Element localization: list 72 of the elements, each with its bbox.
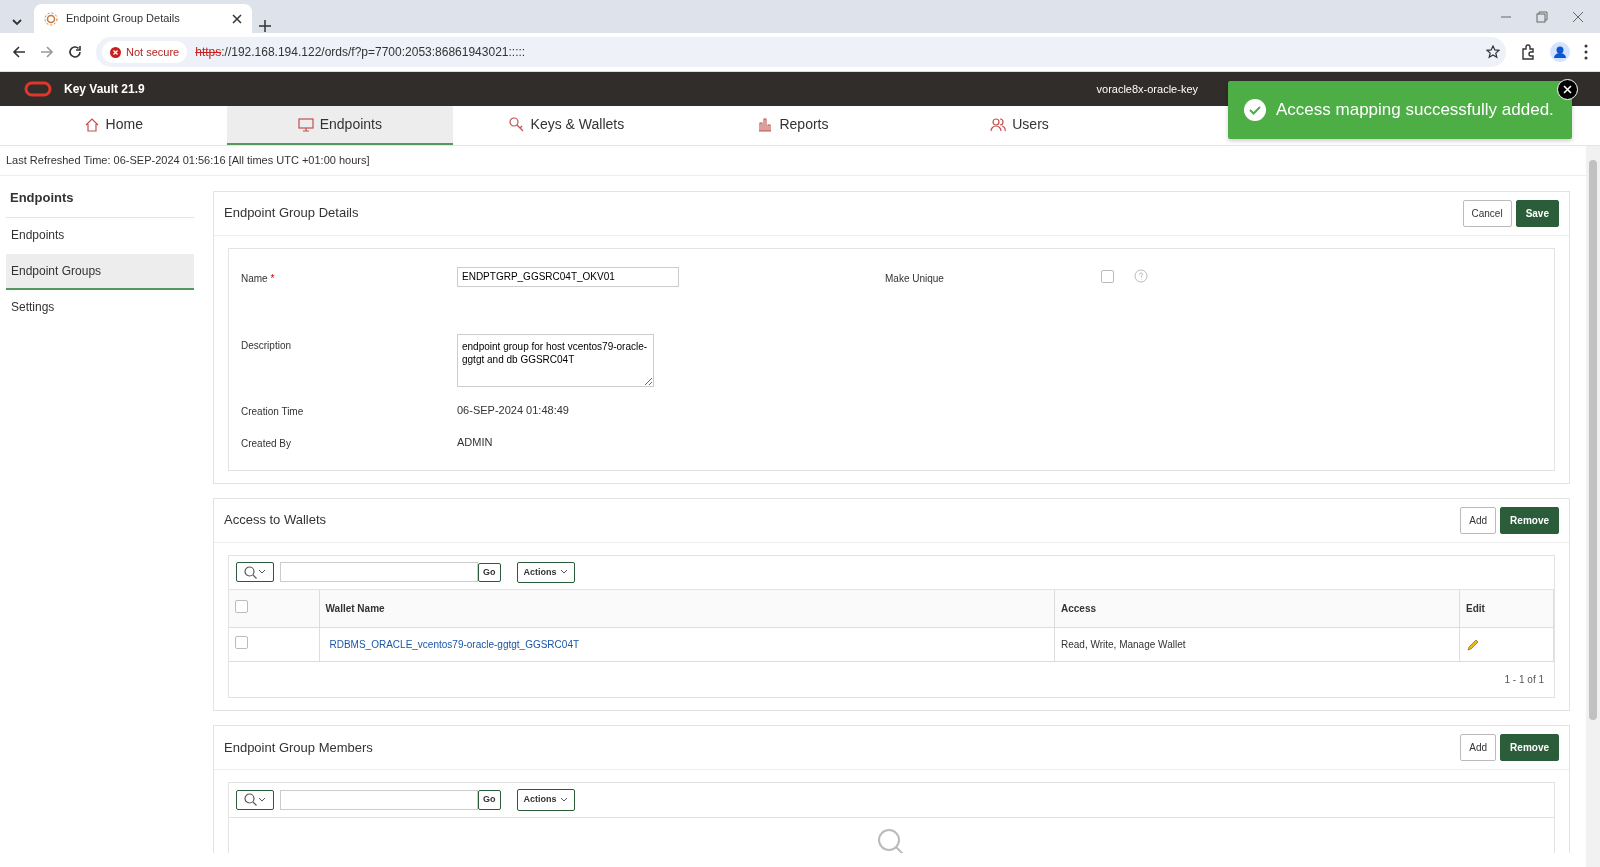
monitor-icon <box>297 116 314 133</box>
add-button[interactable]: Add <box>1460 506 1497 534</box>
new-tab-icon[interactable] <box>258 19 272 33</box>
column-header: Edit <box>1459 590 1554 628</box>
field-value: 06-SEP-2024 01:48:49 <box>457 403 569 416</box>
save-button[interactable]: Save <box>1515 199 1559 227</box>
back-icon[interactable] <box>12 45 26 59</box>
search-menu-button[interactable] <box>236 562 274 583</box>
search-icon <box>244 565 257 579</box>
browser-tab[interactable]: Endpoint Group Details <box>34 4 252 33</box>
scrollbar[interactable] <box>1586 146 1600 867</box>
star-icon[interactable] <box>1486 45 1500 59</box>
check-icon <box>1244 99 1266 121</box>
go-button[interactable]: Go <box>478 790 501 810</box>
column-header: Wallet Name <box>319 590 1055 628</box>
column-header: Access <box>1054 590 1460 628</box>
tab-title: Endpoint Group Details <box>66 11 181 27</box>
users-icon <box>990 116 1007 133</box>
search-icon <box>244 793 257 807</box>
pagination-text: 1 - 1 of 1 <box>1503 673 1545 687</box>
go-button[interactable]: Go <box>478 562 501 582</box>
chart-icon <box>757 116 774 133</box>
search-menu-button[interactable] <box>236 789 274 810</box>
nav-tab[interactable]: Endpoints <box>226 106 454 145</box>
caret-icon <box>559 569 568 576</box>
caret-icon <box>258 569 266 576</box>
extensions-icon[interactable] <box>1520 44 1536 60</box>
pencil-icon[interactable] <box>1466 638 1480 653</box>
app-title: Key Vault 21.9 <box>64 81 145 98</box>
field-label: Created By <box>241 436 293 451</box>
remove-button[interactable]: Remove <box>1500 506 1559 534</box>
close-icon[interactable] <box>232 13 242 24</box>
field-label: Make Unique <box>885 271 945 286</box>
field-label: Description <box>241 338 293 353</box>
panel-title: Endpoint Group Members <box>224 738 373 757</box>
cancel-button[interactable]: Cancel <box>1462 199 1512 227</box>
field-value: ADMIN <box>457 435 493 448</box>
toast-message: Access mapping successfully added. <box>1276 99 1554 122</box>
name-field[interactable]: ENDPTGRP_GGSRC04T_OKV01 <box>457 266 679 287</box>
row-checkbox[interactable] <box>235 636 248 649</box>
wallet-link[interactable]: RDBMS_ORACLE_vcentos79-oracle-ggtgt_GGSRC04T <box>329 639 580 650</box>
field-label: Creation Time <box>241 404 305 419</box>
panel-title: Endpoint Group Details <box>224 204 359 223</box>
close-icon <box>1563 85 1572 94</box>
security-chip[interactable]: Not secure <box>102 40 188 64</box>
error-icon <box>110 46 121 58</box>
gear-icon <box>44 11 58 26</box>
key-icon <box>508 116 525 133</box>
field-label: Name * <box>241 271 276 286</box>
profile-icon[interactable] <box>1550 42 1570 62</box>
search-field[interactable] <box>280 562 478 583</box>
url-text[interactable]: https://192.168.194.122/ords/f?p=7700:2053:86861943021::::: <box>195 43 1478 61</box>
host-name: voracle8x-oracle-key <box>1096 81 1198 97</box>
description-field[interactable]: endpoint group for host vcentos79-oracle-ggtgt and db GGSRC04T <box>457 333 654 387</box>
remove-button[interactable]: Remove <box>1500 734 1559 761</box>
forward-icon[interactable] <box>40 45 54 59</box>
actions-button[interactable]: Actions <box>516 561 575 583</box>
actions-button[interactable]: Actions <box>516 789 575 811</box>
table-cell: Read, Write, Manage Wallet <box>1054 627 1460 662</box>
panel-title: Access to Wallets <box>224 511 327 530</box>
home-icon <box>83 116 100 133</box>
caret-icon <box>559 796 568 803</box>
sidebar-item[interactable]: Endpoint Groups <box>6 254 194 290</box>
search-field[interactable] <box>280 789 478 810</box>
more-icon[interactable] <box>1584 44 1588 60</box>
add-button[interactable]: Add <box>1460 734 1497 761</box>
reload-icon[interactable] <box>68 45 82 59</box>
checkbox[interactable] <box>1101 269 1114 283</box>
select-all-checkbox[interactable] <box>235 600 248 613</box>
caret-icon <box>258 796 266 803</box>
logo-icon <box>24 81 52 97</box>
restore-icon[interactable] <box>1536 10 1548 23</box>
